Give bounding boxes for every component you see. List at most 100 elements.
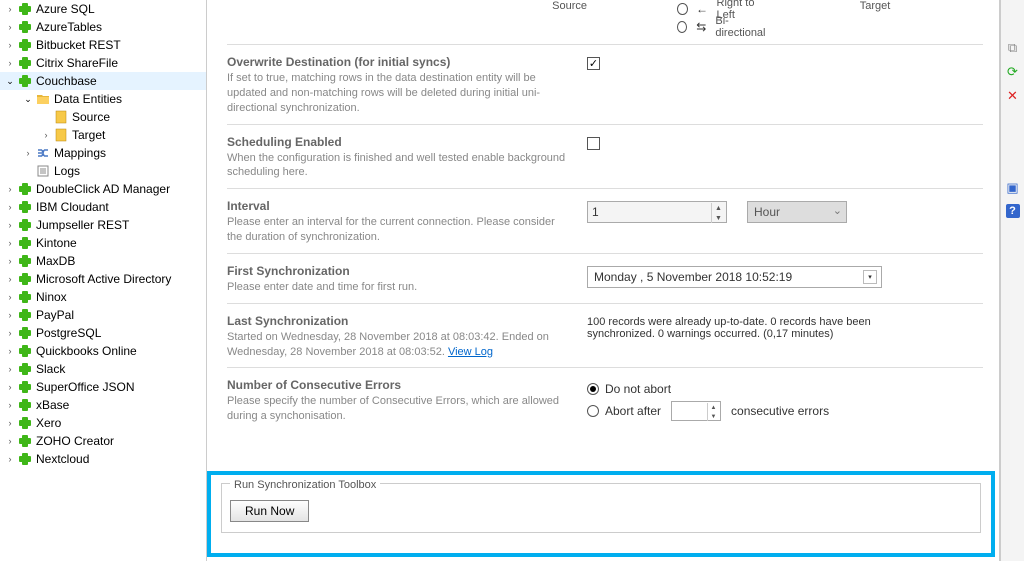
tree-item[interactable]: ›Quickbooks Online — [0, 342, 206, 360]
puzzle-icon — [18, 398, 32, 412]
arrow-left-icon: ← — [694, 2, 711, 16]
interval-unit-dropdown[interactable]: Hour — [747, 201, 847, 223]
document-icon — [54, 128, 68, 142]
help-icon[interactable]: ? — [1006, 204, 1020, 218]
tree-item[interactable]: ›DoubleClick AD Manager — [0, 180, 206, 198]
chevron-right-icon[interactable]: › — [4, 417, 16, 429]
tree-item[interactable]: ›xBase — [0, 396, 206, 414]
tree-item[interactable]: ›Nextcloud — [0, 450, 206, 468]
chevron-right-icon[interactable]: › — [4, 237, 16, 249]
tree-item[interactable]: › Slack — [0, 360, 206, 378]
chevron-right-icon[interactable]: › — [4, 273, 16, 285]
chevron-right-icon[interactable]: › — [4, 291, 16, 303]
view-log-link[interactable]: View Log — [448, 346, 493, 358]
last-sync-desc: Started on Wednesday, 28 November 2018 a… — [227, 330, 567, 360]
tree-item[interactable]: ›PayPal — [0, 306, 206, 324]
chevron-right-icon[interactable]: › — [4, 399, 16, 411]
tree-item-label: Data Entities — [54, 92, 122, 106]
puzzle-icon — [18, 434, 32, 448]
spinner-icon[interactable]: ▲▼ — [707, 403, 719, 421]
tree-item-label: Logs — [54, 164, 80, 178]
chevron-right-icon[interactable]: › — [4, 327, 16, 339]
scheduling-checkbox[interactable] — [587, 137, 600, 150]
tree-item[interactable]: › Jumpseller REST — [0, 216, 206, 234]
tree-item[interactable]: Source — [0, 108, 206, 126]
chevron-right-icon[interactable]: › — [4, 309, 16, 321]
settings-panel: Source ← Right to Left ⇆ Bi-directional … — [207, 0, 1000, 561]
delete-icon[interactable]: ✕ — [1005, 88, 1021, 104]
tree-item-label: Target — [72, 128, 105, 142]
chevron-right-icon[interactable]: › — [4, 345, 16, 357]
tree-item[interactable]: › Xero — [0, 414, 206, 432]
chevron-right-icon[interactable]: › — [22, 147, 34, 159]
tree-item[interactable]: ›AzureTables — [0, 18, 206, 36]
radio-icon — [587, 405, 599, 417]
puzzle-icon — [18, 254, 32, 268]
chevron-right-icon — [22, 165, 34, 177]
puzzle-icon — [18, 452, 32, 466]
chevron-right-icon[interactable]: › — [4, 183, 16, 195]
tree-item[interactable]: ›MaxDB — [0, 252, 206, 270]
refresh-icon[interactable]: ⟳ — [1005, 64, 1021, 80]
chevron-right-icon[interactable]: › — [4, 453, 16, 465]
first-sync-datetime-input[interactable]: Monday , 5 November 2018 10:52:19 ▾ — [587, 266, 882, 288]
chevron-right-icon — [40, 111, 52, 123]
window-icon[interactable]: ▣ — [1005, 180, 1021, 196]
tree-item-label: Kintone — [36, 236, 77, 250]
chevron-right-icon[interactable]: › — [40, 129, 52, 141]
interval-value-input[interactable]: 1 ▲▼ — [587, 201, 727, 223]
tree-item-label: ZOHO Creator — [36, 434, 114, 448]
tree-item[interactable]: ⌄ Data Entities — [0, 90, 206, 108]
chevron-down-icon[interactable]: ⌄ — [4, 75, 16, 87]
chevron-right-icon[interactable]: › — [4, 39, 16, 51]
tree-item[interactable]: › ZOHO Creator — [0, 432, 206, 450]
chevron-right-icon[interactable]: › — [4, 21, 16, 33]
chevron-right-icon[interactable]: › — [4, 255, 16, 267]
tree-item-label: Xero — [36, 416, 61, 430]
tree-item[interactable]: ›Azure SQL — [0, 0, 206, 18]
errors-option-abortafter[interactable]: Abort after ▲▼ consecutive errors — [587, 402, 829, 420]
puzzle-icon — [18, 218, 32, 232]
puzzle-icon — [18, 362, 32, 376]
tree-item[interactable]: ›Microsoft Active Directory — [0, 270, 206, 288]
chevron-right-icon[interactable]: › — [4, 3, 16, 15]
folder-icon — [36, 92, 50, 106]
tree-item[interactable]: ›Mappings — [0, 144, 206, 162]
puzzle-icon — [18, 38, 32, 52]
calendar-icon[interactable]: ▾ — [863, 270, 877, 284]
direction-bidirectional[interactable]: ⇆ Bi-directional — [677, 18, 767, 36]
tree-item[interactable]: ›PostgreSQL — [0, 324, 206, 342]
errors-count-input[interactable]: ▲▼ — [671, 401, 721, 421]
spinner-icon[interactable]: ▲▼ — [711, 203, 725, 223]
connector-tree[interactable]: ›Azure SQL›AzureTables›Bitbucket REST›Ci… — [0, 0, 207, 561]
tree-item[interactable]: ›IBM Cloudant — [0, 198, 206, 216]
chevron-right-icon[interactable]: › — [4, 219, 16, 231]
chevron-down-icon[interactable]: ⌄ — [22, 93, 34, 105]
chevron-right-icon[interactable]: › — [4, 363, 16, 375]
puzzle-icon — [18, 20, 32, 34]
tree-item[interactable]: ⌄Couchbase — [0, 72, 206, 90]
puzzle-icon — [18, 290, 32, 304]
chevron-right-icon[interactable]: › — [4, 381, 16, 393]
tree-item-label: Slack — [36, 362, 65, 376]
tree-item-label: Jumpseller REST — [36, 218, 129, 232]
puzzle-icon — [18, 380, 32, 394]
chevron-right-icon[interactable]: › — [4, 435, 16, 447]
tree-item[interactable]: › Target — [0, 126, 206, 144]
chevron-right-icon[interactable]: › — [4, 201, 16, 213]
tree-item[interactable]: ›Citrix ShareFile — [0, 54, 206, 72]
chevron-right-icon[interactable]: › — [4, 57, 16, 69]
tree-item[interactable]: › Kintone — [0, 234, 206, 252]
radio-label: Do not abort — [605, 382, 671, 396]
tree-item[interactable]: Logs — [0, 162, 206, 180]
tree-item-label: SuperOffice JSON — [36, 380, 134, 394]
logs-icon — [36, 164, 50, 178]
overwrite-checkbox[interactable]: ✓ — [587, 57, 600, 70]
tree-item[interactable]: › Bitbucket REST — [0, 36, 206, 54]
tree-item[interactable]: ›Ninox — [0, 288, 206, 306]
errors-option-noabort[interactable]: Do not abort — [587, 380, 671, 398]
run-now-button[interactable]: Run Now — [230, 500, 309, 522]
tree-item[interactable]: › SuperOffice JSON — [0, 378, 206, 396]
tree-item-label: Bitbucket REST — [36, 38, 121, 52]
copy-icon[interactable]: ⧉ — [1005, 40, 1021, 56]
